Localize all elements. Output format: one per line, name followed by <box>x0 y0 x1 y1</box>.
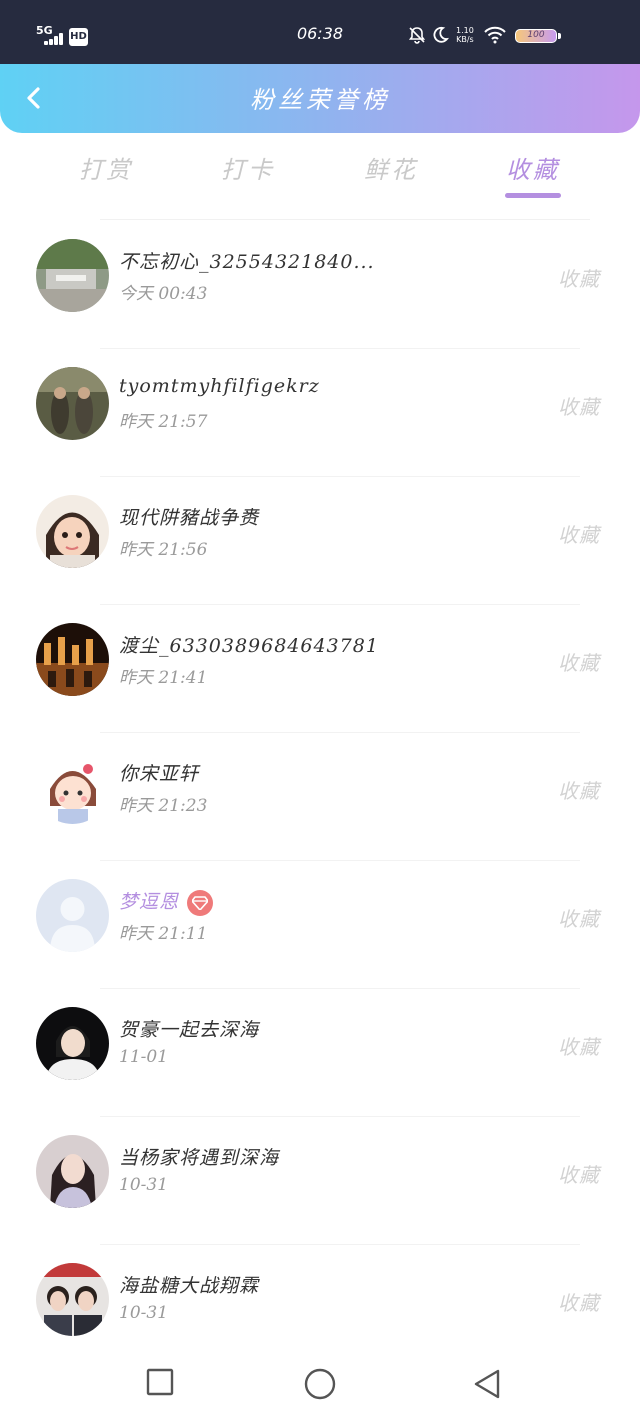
square-recents-icon[interactable] <box>146 1368 174 1400</box>
list-item[interactable]: 渡尘_6330389684643781 昨天 21:41 收藏 <box>0 605 640 733</box>
diamond-badge-icon <box>187 890 214 916</box>
tabs-divider <box>100 219 590 220</box>
fan-time: 昨天 21:41 <box>119 668 208 688</box>
list-item[interactable]: 梦逗恩 昨天 21:11 收藏 <box>0 861 640 989</box>
header: 粉丝荣誉榜 <box>0 64 640 133</box>
avatar[interactable] <box>36 751 109 824</box>
moon-icon <box>431 26 449 48</box>
list-item[interactable]: 现代阱豬战争赉 昨天 21:56 收藏 <box>0 477 640 605</box>
wifi-icon <box>484 26 506 48</box>
avatar[interactable] <box>36 495 109 568</box>
fan-name: 渡尘_6330389684643781 <box>119 635 379 657</box>
fan-name: tyomtmyhfilfigekrz <box>119 375 320 397</box>
favorite-label: 收藏 <box>558 779 600 803</box>
tab-reward[interactable]: 打赏 <box>56 150 156 185</box>
fan-time: 11-01 <box>119 1047 169 1067</box>
list-item[interactable]: tyomtmyhfilfigekrz 昨天 21:57 收藏 <box>0 349 640 477</box>
fan-time: 昨天 21:56 <box>119 540 208 560</box>
active-tab-indicator <box>505 193 561 198</box>
circle-home-icon[interactable] <box>304 1368 336 1404</box>
bell-off-icon <box>408 26 426 48</box>
fan-time: 今天 00:43 <box>119 284 208 304</box>
avatar[interactable] <box>36 879 109 952</box>
favorite-label: 收藏 <box>558 651 600 675</box>
avatar[interactable] <box>36 367 109 440</box>
system-nav-bar <box>0 1350 640 1422</box>
favorite-label: 收藏 <box>558 1035 600 1059</box>
avatar[interactable] <box>36 1135 109 1208</box>
status-bar: 5G HD 06:38 1.10 KB/s 100 <box>0 0 640 64</box>
avatar[interactable] <box>36 239 109 312</box>
fan-name: 现代阱豬战争赉 <box>119 507 260 529</box>
fan-time: 昨天 21:23 <box>119 796 208 816</box>
fan-time: 10-31 <box>119 1175 169 1195</box>
triangle-back-icon[interactable] <box>472 1368 502 1404</box>
network-speed: 1.10 KB/s <box>456 26 474 44</box>
avatar[interactable] <box>36 1007 109 1080</box>
page-title: 粉丝荣誉榜 <box>250 86 390 114</box>
fan-name: 不忘初心_32554321840... <box>119 251 375 273</box>
fan-time: 昨天 21:57 <box>119 412 208 432</box>
tab-checkin[interactable]: 打卡 <box>198 150 298 185</box>
favorite-label: 收藏 <box>558 907 600 931</box>
favorite-label: 收藏 <box>558 1163 600 1187</box>
fan-time: 10-31 <box>119 1303 169 1323</box>
fan-name: 海盐糖大战翔霖 <box>119 1275 260 1297</box>
tab-flowers[interactable]: 鲜花 <box>341 150 441 185</box>
favorite-label: 收藏 <box>558 267 600 291</box>
list-item[interactable]: 贺豪一起去深海 11-01 收藏 <box>0 989 640 1117</box>
favorite-label: 收藏 <box>558 1291 600 1315</box>
favorite-label: 收藏 <box>558 395 600 419</box>
tab-bar: 打赏 打卡 鲜花 收藏 <box>0 140 640 210</box>
avatar[interactable] <box>36 1263 109 1336</box>
list-item[interactable]: 当杨家将遇到深海 10-31 收藏 <box>0 1117 640 1245</box>
fan-time: 昨天 21:11 <box>119 924 208 944</box>
fan-name: 当杨家将遇到深海 <box>119 1147 280 1169</box>
avatar[interactable] <box>36 623 109 696</box>
list-item[interactable]: 你宋亚轩 昨天 21:23 收藏 <box>0 733 640 861</box>
fan-name: 贺豪一起去深海 <box>119 1019 260 1041</box>
favorite-label: 收藏 <box>558 523 600 547</box>
fan-name: 你宋亚轩 <box>119 763 200 785</box>
tab-favorites[interactable]: 收藏 <box>483 150 583 185</box>
fan-name-vip: 梦逗恩 <box>119 887 214 916</box>
battery-icon: 100 <box>515 29 561 43</box>
list-item[interactable]: 不忘初心_32554321840... 今天 00:43 收藏 <box>0 221 640 349</box>
